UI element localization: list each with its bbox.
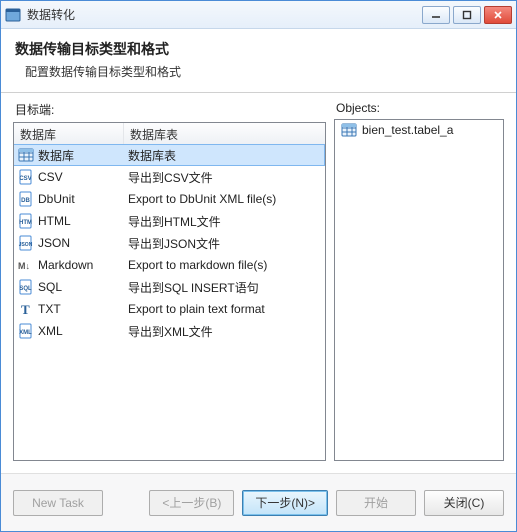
targets-column: 目标端: 数据库 数据库表 数据库数据库表CSVCSV导出到CSV文件DBDbU… — [13, 101, 326, 461]
target-row[interactable]: JSON JSON 导出到JSON文件 — [14, 232, 325, 254]
next-button[interactable]: 下一步(N)> — [242, 490, 328, 516]
target-name: XML — [38, 324, 63, 338]
target-row[interactable]: CSV CSV 导出到CSV文件 — [14, 166, 325, 188]
dbunit-icon: DB — [18, 191, 34, 207]
target-row[interactable]: XML XML 导出到XML文件 — [14, 320, 325, 342]
target-desc: Export to plain text format — [128, 302, 265, 316]
objects-listbox[interactable]: bien_test.tabel_a — [334, 119, 504, 461]
svg-text:SQL: SQL — [19, 286, 32, 292]
svg-text:CSV: CSV — [19, 176, 31, 182]
target-row[interactable]: M↓ Markdown Export to markdown file(s) — [14, 254, 325, 276]
target-name: JSON — [38, 236, 70, 250]
target-desc: Export to DbUnit XML file(s) — [128, 192, 276, 206]
close-dialog-button[interactable]: 关闭(C) — [424, 490, 504, 516]
table-icon — [341, 122, 357, 138]
window-title: 数据转化 — [27, 6, 422, 23]
start-button: 开始 — [336, 490, 416, 516]
close-button[interactable] — [484, 6, 512, 24]
content-area: 目标端: 数据库 数据库表 数据库数据库表CSVCSV导出到CSV文件DBDbU… — [1, 93, 516, 473]
svg-text:DB: DB — [21, 198, 30, 204]
json-icon: JSON — [18, 235, 34, 251]
target-desc: 导出到XML文件 — [128, 323, 213, 340]
sql-icon: SQL — [18, 279, 34, 295]
svg-text:XML: XML — [19, 330, 32, 336]
new-task-button: New Task — [13, 490, 103, 516]
titlebar: 数据转化 — [1, 1, 516, 29]
footer: New Task <上一步(B) 下一步(N)> 开始 关闭(C) — [1, 473, 516, 531]
svg-text:M↓: M↓ — [18, 261, 30, 271]
markdown-icon: M↓ — [18, 257, 34, 273]
dialog-window: 数据转化 数据传输目标类型和格式 配置数据传输目标类型和格式 目标端: 数据库 … — [0, 0, 517, 532]
object-name: bien_test.tabel_a — [362, 123, 453, 137]
target-name: Markdown — [38, 258, 93, 272]
targets-rows: 数据库 数据库表 CSV CSV 导出到CSV文件 DB DbUnit Export to D… — [14, 144, 325, 342]
minimize-button[interactable] — [422, 6, 450, 24]
app-icon — [5, 7, 21, 23]
svg-text:T: T — [21, 302, 30, 317]
targets-col-desc[interactable]: 数据库表 — [124, 123, 325, 144]
target-row[interactable]: 数据库 数据库表 — [13, 144, 325, 166]
page-header: 数据传输目标类型和格式 配置数据传输目标类型和格式 — [1, 29, 516, 88]
target-desc: 导出到JSON文件 — [128, 235, 220, 252]
page-subtitle: 配置数据传输目标类型和格式 — [15, 63, 502, 80]
back-button: <上一步(B) — [149, 490, 234, 516]
objects-label: Objects: — [334, 101, 504, 115]
html-icon: HTM — [18, 213, 34, 229]
target-row[interactable]: DB DbUnit Export to DbUnit XML file(s) — [14, 188, 325, 210]
targets-label: 目标端: — [13, 101, 326, 118]
target-name: TXT — [38, 302, 61, 316]
target-name: 数据库 — [38, 147, 74, 164]
targets-col-name[interactable]: 数据库 — [14, 123, 124, 144]
target-row[interactable]: HTM HTML 导出到HTML文件 — [14, 210, 325, 232]
target-desc: Export to markdown file(s) — [128, 258, 267, 272]
table-icon — [18, 147, 34, 163]
targets-header: 数据库 数据库表 — [14, 123, 325, 145]
target-row[interactable]: T TXT Export to plain text format — [14, 298, 325, 320]
target-name: CSV — [38, 170, 63, 184]
object-item[interactable]: bien_test.tabel_a — [335, 120, 503, 140]
target-desc: 导出到SQL INSERT语句 — [128, 279, 259, 296]
target-name: HTML — [38, 214, 71, 228]
csv-icon: CSV — [18, 169, 34, 185]
target-desc: 数据库表 — [128, 147, 176, 164]
window-buttons — [422, 6, 512, 24]
target-desc: 导出到CSV文件 — [128, 169, 213, 186]
target-name: SQL — [38, 280, 62, 294]
target-desc: 导出到HTML文件 — [128, 213, 221, 230]
maximize-button[interactable] — [453, 6, 481, 24]
target-name: DbUnit — [38, 192, 75, 206]
page-title: 数据传输目标类型和格式 — [15, 39, 502, 59]
targets-listbox[interactable]: 数据库 数据库表 数据库数据库表CSVCSV导出到CSV文件DBDbUnitEx… — [13, 122, 326, 461]
xml-icon: XML — [18, 323, 34, 339]
objects-column: Objects: bien_test.tabel_a — [334, 101, 504, 461]
target-row[interactable]: SQL SQL 导出到SQL INSERT语句 — [14, 276, 325, 298]
svg-text:HTM: HTM — [19, 220, 32, 226]
txt-icon: T — [18, 301, 34, 317]
svg-text:JSON: JSON — [19, 242, 33, 248]
